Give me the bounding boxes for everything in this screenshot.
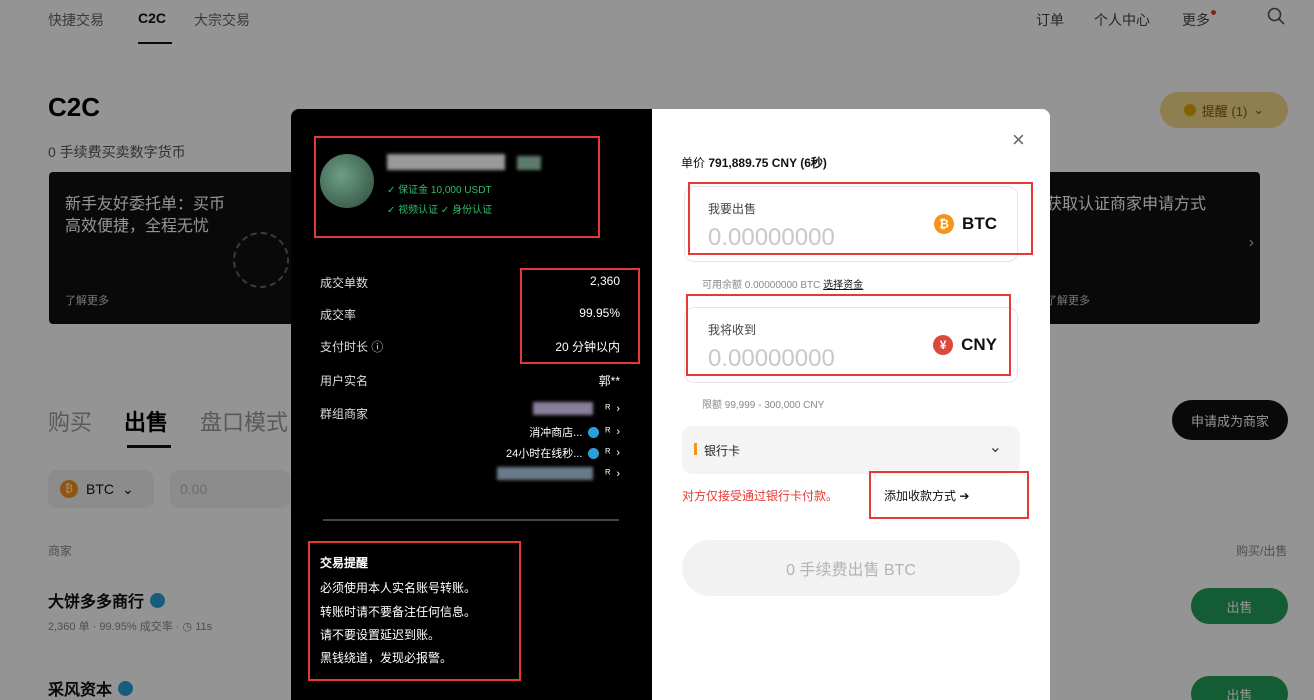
stat-value-orders: 2,360: [589, 274, 620, 288]
unit-price: 单价 791,889.75 CNY (6秒): [681, 154, 827, 171]
tips-line: 请不要设置延迟到账。: [320, 628, 441, 642]
stat-label-orders: 成交单数: [320, 276, 369, 290]
divider: [323, 519, 619, 521]
stat-label-pay-time[interactable]: 支付时长 ⓘ: [320, 338, 383, 355]
stat-value-pay-time: 20 分钟以内: [555, 340, 620, 354]
limit-note: 限额 99,999 - 300,000 CNY: [702, 400, 825, 411]
group-item[interactable]: ᴿ ›: [533, 402, 620, 415]
unit-price-value: 791,889.75 CNY (6秒): [708, 156, 827, 170]
avatar: [320, 154, 374, 208]
group-item[interactable]: 消冲商店... ᴿ ›: [529, 424, 620, 440]
user-icon: ᴿ: [605, 426, 611, 438]
select-funds-link[interactable]: 选择资金: [823, 280, 863, 291]
deposit-badge: ✓ 保证金 10,000 USDT: [387, 185, 492, 196]
tips-title: 交易提醒: [320, 556, 369, 570]
stat-label-realname: 用户实名: [320, 374, 369, 388]
chevron-right-icon: ›: [616, 447, 620, 459]
order-form-panel: × 单价 791,889.75 CNY (6秒) 我要出售 0.00000000…: [652, 109, 1050, 700]
group-name: 24小时在线秒...: [505, 448, 583, 460]
tips-line: 转账时请不要备注任何信息。: [320, 605, 477, 619]
chevron-down-icon: ⌄: [988, 439, 1002, 456]
group-name: 消冲商店...: [529, 427, 583, 439]
payment-method-label: 银行卡: [704, 444, 741, 458]
stat-label-rate: 成交率: [320, 308, 357, 322]
tips-line: 必须使用本人实名账号转账。: [320, 581, 477, 595]
user-icon: ᴿ: [605, 402, 611, 415]
verified-icon: [588, 447, 600, 459]
chevron-right-icon: ›: [616, 426, 620, 438]
group-name-blurred: [533, 402, 594, 415]
stat-label-groups: 群组商家: [320, 407, 369, 421]
stat-value-realname: 郭**: [598, 374, 620, 388]
available-balance-text: 可用余额 0.00000000 BTC: [702, 280, 821, 291]
payment-indicator: [694, 443, 697, 455]
payment-method-select[interactable]: 银行卡 ⌄: [682, 426, 1020, 474]
verify-badges: ✓ 视频认证 ✓ 身份认证: [387, 205, 493, 216]
tips-line: 黑钱绕道，发现必报警。: [320, 651, 453, 665]
group-item[interactable]: 24小时在线秒... ᴿ ›: [506, 445, 620, 461]
submit-sell-button[interactable]: 0 手续费出售 BTC: [682, 540, 1020, 596]
user-icon: ᴿ: [605, 447, 611, 459]
merchant-info-panel: ✓ 保证金 10,000 USDT ✓ 视频认证 ✓ 身份认证 成交单数 2,3…: [291, 109, 652, 700]
add-payment-method-link[interactable]: 添加收款方式 ➔: [884, 487, 969, 504]
merchant-name-blurred: [387, 154, 542, 175]
highlight-box: [686, 294, 1011, 376]
stat-value-rate: 99.95%: [579, 306, 620, 320]
close-icon[interactable]: ×: [1012, 127, 1025, 153]
available-balance: 可用余额 0.00000000 BTC 选择资金: [702, 276, 863, 291]
chevron-right-icon: ›: [616, 467, 620, 480]
sell-order-modal: ✓ 保证金 10,000 USDT ✓ 视频认证 ✓ 身份认证 成交单数 2,3…: [291, 109, 1050, 700]
user-icon: ᴿ: [605, 467, 611, 480]
unit-price-label: 单价: [681, 156, 706, 170]
verified-icon: [588, 426, 600, 438]
payment-warning: 对方仅接受通过银行卡付款。: [682, 489, 839, 503]
highlight-box: [688, 182, 1033, 255]
chevron-right-icon: ›: [616, 402, 620, 415]
group-item[interactable]: ᴿ ›: [497, 467, 620, 480]
group-name-blurred: [497, 467, 594, 480]
